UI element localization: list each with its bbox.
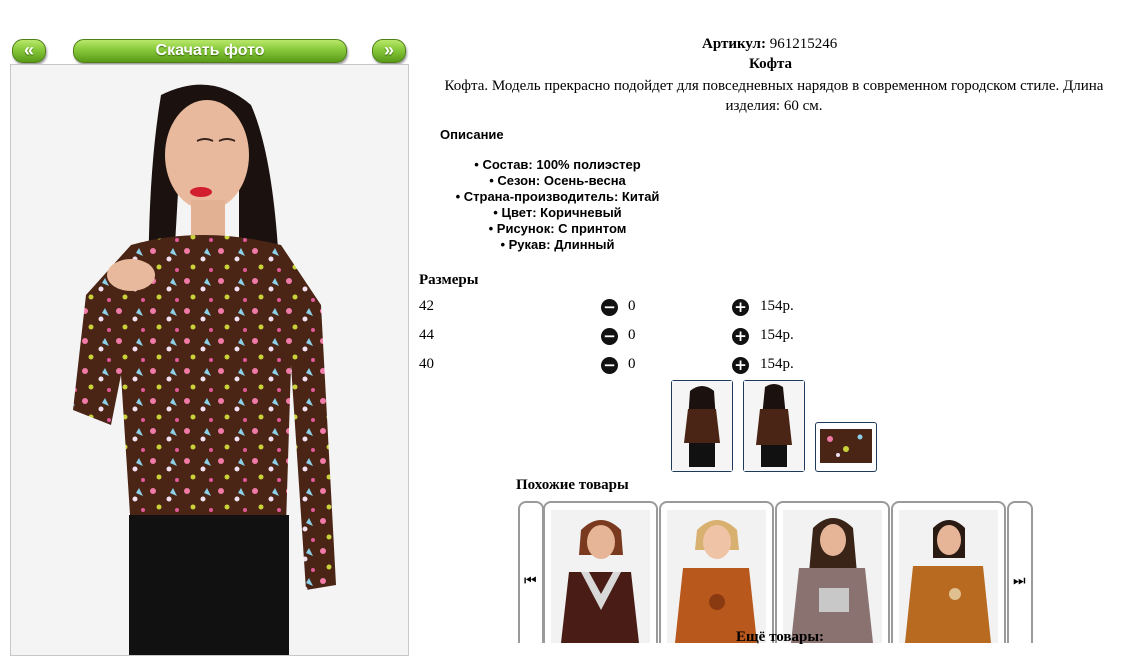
product-description: Кофта. Модель прекрасно подойдет для пов… [444,78,1104,114]
plus-circle-icon[interactable]: + [732,328,749,345]
minus-circle-icon[interactable]: − [601,299,618,316]
size-value: 40 [419,356,434,372]
size-price: 154р. [760,298,794,314]
photo-thumbnail[interactable] [815,422,877,472]
size-quantity: 0 [628,356,636,372]
article-value: 961215246 [769,36,838,52]
carousel-last-button[interactable]: ⏭ [1007,501,1033,643]
photo-thumbnail[interactable] [671,380,733,472]
similar-product-image [667,510,766,643]
size-price: 154р. [760,327,794,343]
similar-product-card[interactable] [659,501,774,643]
size-quantity: 0 [628,327,636,343]
size-row: 42 − 0 + 154р. [419,298,839,318]
similar-products-heading: Похожие товары [516,477,629,493]
description-heading: Описание [440,127,504,142]
property-item: Рукав: Длинный [425,237,690,253]
product-properties-list: Состав: 100% полиэстер Сезон: Осень-весн… [425,157,690,253]
similar-product-card[interactable] [775,501,890,643]
size-price: 154р. [760,356,794,372]
thumbnail-front-image [672,381,732,471]
plus-circle-icon[interactable]: + [732,357,749,374]
main-product-photo[interactable] [10,64,409,656]
download-photo-button[interactable]: Скачать фото [73,39,347,63]
article-label: Артикул: [702,36,766,52]
property-item: Состав: 100% полиэстер [425,157,690,173]
size-row: 44 − 0 + 154р. [419,327,839,347]
next-photo-button[interactable]: » [372,39,406,63]
size-value: 44 [419,327,434,343]
skip-last-icon: ⏭ [1013,573,1026,589]
size-value: 42 [419,298,434,314]
minus-circle-icon[interactable]: − [601,357,618,374]
similar-product-image [899,510,998,643]
photo-thumbnail[interactable] [743,380,805,472]
thumbnail-fabric-image [820,429,872,463]
property-item: Сезон: Осень-весна [425,173,690,189]
similar-product-image [783,510,882,643]
plus-circle-icon[interactable]: + [732,299,749,316]
product-name: Кофта [749,56,793,72]
skip-first-icon: ⏮ [524,573,537,589]
size-quantity: 0 [628,298,636,314]
sizes-heading: Размеры [419,272,479,288]
similar-product-card[interactable] [891,501,1006,643]
property-item: Страна-производитель: Китай [425,189,690,205]
thumbnail-back-image [744,381,804,471]
similar-product-card[interactable] [543,501,658,643]
more-products-label: Ещё товары: [736,629,825,645]
prev-photo-button[interactable]: « [12,39,46,63]
model-photo-image [11,65,408,655]
size-row: 40 − 0 + 154р. [419,356,839,376]
property-item: Рисунок: С принтом [425,221,690,237]
similar-product-image [551,510,650,643]
carousel-first-button[interactable]: ⏮ [518,501,544,643]
property-item: Цвет: Коричневый [425,205,690,221]
minus-circle-icon[interactable]: − [601,328,618,345]
